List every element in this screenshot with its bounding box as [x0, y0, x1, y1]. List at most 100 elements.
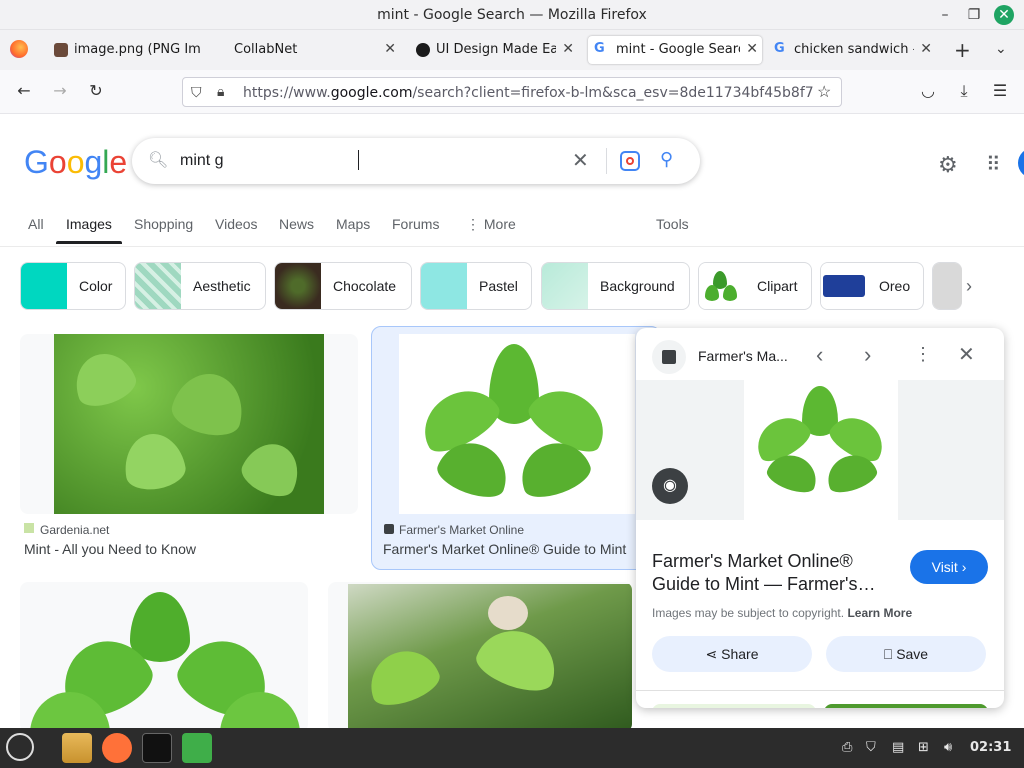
google-logo[interactable]: Google	[24, 144, 127, 181]
firefox-icon[interactable]	[102, 733, 132, 763]
next-chevron-icon[interactable]: ›	[864, 342, 871, 368]
result-source: Gardenia.net	[40, 523, 110, 537]
search-box[interactable]: 🔍︎ mint g ✕ ⚲	[132, 138, 700, 184]
new-tab-button[interactable]: +	[954, 38, 971, 62]
chip-oreo[interactable]: Oreo	[820, 262, 924, 310]
close-panel-icon[interactable]: ✕	[958, 342, 975, 367]
back-arrow-icon[interactable]: ←	[14, 81, 34, 100]
result-title[interactable]: Farmer's Market Online® Guide to Mint	[383, 541, 635, 557]
ui-design-favicon-icon	[416, 43, 430, 57]
files-folder-icon[interactable]	[62, 733, 92, 763]
visit-button[interactable]: Visit ›	[910, 550, 988, 584]
related-image-thumbnail[interactable]	[652, 704, 816, 708]
reload-icon[interactable]: ↻	[86, 81, 106, 100]
tab-collabnet[interactable]: CollabNet ✕	[230, 36, 400, 64]
settings-gear-icon[interactable]: ⚙	[938, 152, 958, 178]
share-button[interactable]: ⋖ Share	[652, 636, 812, 672]
terminal-icon[interactable]	[142, 733, 172, 763]
address-bar[interactable]: ⛉ 🔒︎ https://www.google.com/search?clien…	[182, 77, 842, 107]
shield-tray-icon[interactable]: ⛉	[866, 740, 876, 755]
menu-hamburger-icon[interactable]: ☰	[990, 81, 1010, 100]
shield-app-icon[interactable]	[182, 733, 212, 763]
shield-icon[interactable]: ⛉	[191, 84, 202, 101]
tab-news[interactable]: News	[279, 216, 314, 232]
divider	[606, 148, 607, 174]
related-image-thumbnail[interactable]	[824, 704, 988, 708]
more-options-icon[interactable]: ⋮	[914, 344, 932, 365]
image-result-mint-plant[interactable]	[20, 582, 308, 728]
list-all-tabs-chevron-icon[interactable]: ⌄	[995, 40, 1007, 57]
chip-thumbnail	[933, 263, 962, 309]
pocket-icon[interactable]: ◡	[918, 81, 938, 100]
chip-clipart[interactable]: Clipart	[698, 262, 812, 310]
lens-search-icon[interactable]: ◉	[652, 468, 688, 504]
chip-chocolate[interactable]: Chocolate	[274, 262, 412, 310]
bookmark-star-icon[interactable]: ☆	[817, 82, 831, 102]
close-window-button[interactable]: ✕	[994, 5, 1014, 25]
tab-videos[interactable]: Videos	[215, 216, 258, 232]
firefox-view-icon[interactable]	[10, 40, 28, 58]
image-favicon-icon	[54, 43, 68, 57]
chip-thumbnail	[421, 263, 467, 309]
forward-arrow-icon[interactable]: →	[50, 81, 70, 100]
result-title[interactable]: Mint - All you Need to Know	[24, 541, 196, 557]
tab-chicken-sandwich[interactable]: G chicken sandwich - C ✕	[772, 36, 936, 64]
tab-shopping[interactable]: Shopping	[134, 216, 193, 232]
notes-icon[interactable]: ▤	[892, 740, 904, 755]
window-titlebar: mint - Google Search — Mozilla Firefox –…	[0, 0, 1024, 30]
divider	[636, 690, 1004, 691]
previous-chevron-icon[interactable]: ‹	[816, 342, 823, 368]
clipboard-icon[interactable]: ⎙	[842, 740, 852, 755]
tab-image-png[interactable]: image.png (PNG Ima	[52, 36, 222, 64]
learn-more-link[interactable]: Learn More	[847, 606, 912, 620]
lock-icon[interactable]: 🔒︎	[217, 83, 224, 100]
minimize-button[interactable]: –	[935, 5, 955, 25]
google-images-page: Google 🔍︎ mint g ✕ ⚲ ⚙ ⠿ All Images Shop…	[0, 114, 1024, 728]
text-cursor	[358, 150, 359, 170]
tab-maps[interactable]: Maps	[336, 216, 370, 232]
tab-mint-google-search[interactable]: G mint - Google Search ✕	[588, 36, 762, 64]
chip-color[interactable]: Color	[20, 262, 126, 310]
site-name[interactable]: Farmer's Ma...	[698, 348, 788, 364]
search-submit-icon[interactable]: ⚲	[660, 149, 673, 170]
window-title: mint - Google Search — Mozilla Firefox	[377, 7, 647, 23]
tab-images[interactable]: Images	[66, 216, 112, 232]
close-tab-icon[interactable]: ✕	[920, 41, 932, 57]
mint-menu-icon[interactable]	[6, 733, 34, 761]
google-lens-icon[interactable]	[620, 151, 640, 171]
chip-pastel[interactable]: Pastel	[420, 262, 532, 310]
close-tab-icon[interactable]: ✕	[746, 41, 758, 57]
active-tab-underline	[56, 241, 122, 244]
image-preview-panel: Farmer's Ma... ‹ › ⋮ ✕ ◉ Farmer's Market…	[636, 328, 1004, 708]
copyright-notice: Images may be subject to copyright. Lear…	[652, 606, 913, 620]
chips-next-chevron-icon[interactable]: ›	[966, 276, 972, 297]
url-text[interactable]: https://www.google.com/search?client=fir…	[243, 85, 813, 101]
image-result-mint-garden[interactable]	[328, 582, 632, 728]
search-input[interactable]: mint g	[180, 152, 224, 170]
mint-sprig-image	[399, 334, 635, 514]
tab-forums[interactable]: Forums	[392, 216, 439, 232]
maximize-button[interactable]: ❐	[964, 5, 984, 25]
tools-button[interactable]: Tools	[656, 216, 689, 232]
preview-title[interactable]: Farmer's Market Online® Guide to Mint — …	[652, 550, 892, 596]
chip-partial[interactable]	[932, 262, 962, 310]
network-icon[interactable]: ⊞	[918, 740, 929, 755]
chip-background[interactable]: Background	[541, 262, 690, 310]
image-result-gardenia[interactable]	[20, 334, 358, 514]
clear-search-icon[interactable]: ✕	[572, 148, 589, 173]
google-apps-grid-icon[interactable]: ⠿	[986, 152, 1001, 177]
account-avatar[interactable]	[1018, 148, 1024, 178]
tab-all[interactable]: All	[28, 216, 44, 232]
close-tab-icon[interactable]: ✕	[562, 41, 574, 57]
downloads-icon[interactable]: ⤓	[954, 81, 974, 101]
volume-icon[interactable]: 🔊︎	[944, 740, 952, 755]
chip-thumbnail	[275, 263, 321, 309]
site-favicon	[652, 340, 686, 374]
google-favicon-icon: G	[774, 41, 785, 56]
tab-more[interactable]: ⋮ More	[466, 216, 516, 233]
clock[interactable]: 02:31	[970, 740, 1011, 755]
chip-aesthetic[interactable]: Aesthetic	[134, 262, 266, 310]
save-button[interactable]: ⎕ Save	[826, 636, 986, 672]
close-tab-icon[interactable]: ✕	[384, 41, 396, 57]
tab-ui-design[interactable]: UI Design Made Easy ✕	[414, 36, 578, 64]
